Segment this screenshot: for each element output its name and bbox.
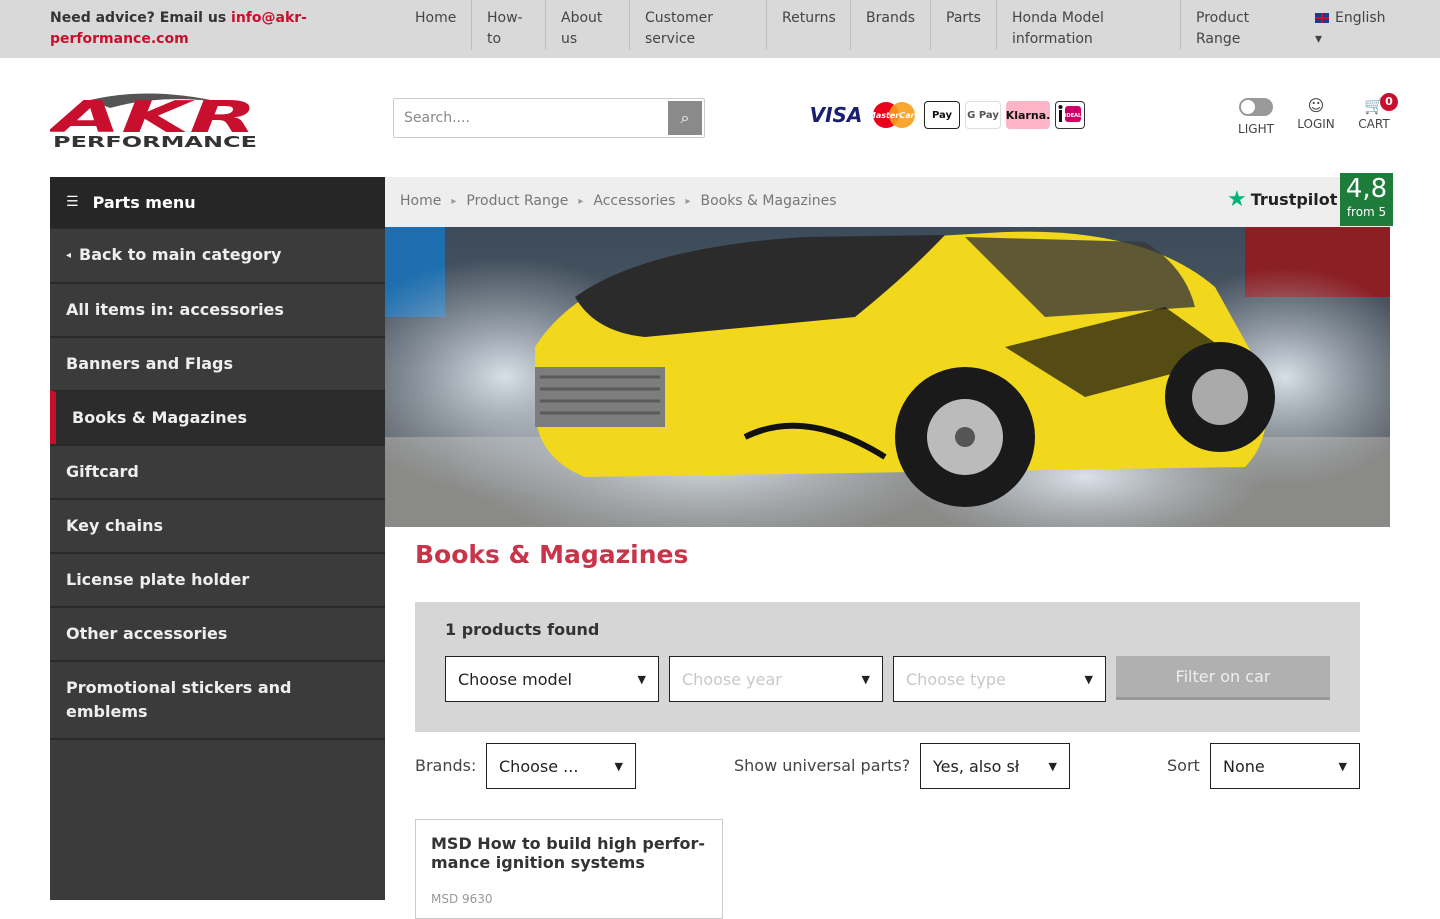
choose-type-select[interactable]: Choose type ▼ bbox=[893, 656, 1106, 702]
ideal-logo: iDEAL bbox=[1055, 101, 1085, 129]
product-card[interactable]: MSD How to build high perfor-mance ignit… bbox=[415, 819, 723, 919]
choose-year-select[interactable]: Choose year ▼ bbox=[669, 656, 883, 702]
breadcrumb-accessories[interactable]: Accessories bbox=[593, 193, 675, 209]
breadcrumb-bar: Home ▸ Product Range ▸ Accessories ▸ Boo… bbox=[385, 177, 1390, 227]
trustpilot-rating-badge[interactable]: 4,8 from 5 bbox=[1340, 173, 1393, 226]
sidebar-item-all-accessories[interactable]: All items in: accessories bbox=[50, 282, 385, 336]
language-selector[interactable]: English ▾ bbox=[1315, 8, 1386, 50]
parts-menu-header[interactable]: ☰ Parts menu bbox=[50, 177, 385, 227]
nav-home[interactable]: Home bbox=[400, 0, 472, 50]
rating-score: 4,8 bbox=[1345, 174, 1388, 204]
parts-menu-sidebar: ☰ Parts menu ◂ Back to main category All … bbox=[50, 177, 385, 900]
nav-product-range[interactable]: Product Range bbox=[1181, 0, 1300, 50]
nav-customer-service[interactable]: Customer service bbox=[630, 0, 767, 50]
nav-how-to[interactable]: How-to bbox=[472, 0, 546, 50]
sort-label: Sort bbox=[1167, 756, 1200, 775]
sort-select[interactable]: None ▼ bbox=[1210, 743, 1360, 789]
filter-on-car-button[interactable]: Filter on car bbox=[1116, 656, 1330, 700]
nav-honda-model-information[interactable]: Honda Model information bbox=[997, 0, 1181, 50]
svg-text:MasterCard: MasterCard bbox=[869, 111, 919, 120]
chevron-down-icon: ▾ bbox=[1315, 31, 1323, 47]
trustpilot-widget[interactable]: ★ Trustpilot bbox=[1227, 187, 1337, 212]
sidebar-item-promotional-stickers[interactable]: Promotional stickers and emblems bbox=[50, 660, 385, 740]
sidebar-item-back[interactable]: ◂ Back to main category bbox=[50, 227, 385, 282]
sidebar-item-giftcard[interactable]: Giftcard bbox=[50, 444, 385, 498]
breadcrumb: Home ▸ Product Range ▸ Accessories ▸ Boo… bbox=[400, 193, 837, 209]
caret-left-icon: ◂ bbox=[66, 250, 72, 261]
dropdown-arrow-icon: ▼ bbox=[614, 759, 623, 773]
product-sku: MSD 9630 bbox=[431, 892, 493, 906]
choose-model-select[interactable]: Choose model ▼ bbox=[445, 656, 659, 702]
svg-text:iDEAL: iDEAL bbox=[1065, 113, 1082, 119]
language-label: English bbox=[1335, 10, 1386, 26]
hero-car-banner-image bbox=[385, 227, 1390, 527]
login-button[interactable]: ☺ LOGIN bbox=[1296, 95, 1336, 131]
nav-parts[interactable]: Parts bbox=[931, 0, 997, 50]
nav-about-us[interactable]: About us bbox=[546, 0, 630, 50]
uk-flag-icon bbox=[1315, 13, 1329, 23]
chevron-right-icon: ▸ bbox=[578, 195, 584, 207]
nav-brands[interactable]: Brands bbox=[851, 0, 931, 50]
login-label: LOGIN bbox=[1297, 117, 1335, 131]
menu-icon: ☰ bbox=[66, 194, 79, 210]
car-filter-panel: 1 products found Choose model ▼ Choose ye… bbox=[415, 602, 1360, 732]
breadcrumb-current: Books & Magazines bbox=[700, 193, 837, 209]
theme-toggle[interactable]: LIGHT bbox=[1236, 95, 1276, 136]
chevron-right-icon: ▸ bbox=[451, 195, 457, 207]
sidebar-item-other-accessories[interactable]: Other accessories bbox=[50, 606, 385, 660]
page-title: Books & Magazines bbox=[415, 540, 689, 569]
sidebar-item-key-chains[interactable]: Key chains bbox=[50, 498, 385, 552]
google-pay-logo: G Pay bbox=[965, 101, 1001, 129]
toggle-switch-icon bbox=[1239, 98, 1273, 116]
rating-scale: from 5 bbox=[1346, 205, 1387, 219]
search-input[interactable] bbox=[394, 99, 666, 137]
klarna-logo: Klarna. bbox=[1006, 101, 1050, 129]
theme-label: LIGHT bbox=[1238, 122, 1274, 136]
advice-text: Need advice? Email us info@akr-performan… bbox=[50, 8, 350, 50]
sidebar-item-books-magazines[interactable]: Books & Magazines bbox=[50, 390, 385, 444]
universal-parts-label: Show universal parts? bbox=[734, 756, 911, 775]
search-box: ⌕ bbox=[393, 98, 705, 138]
akr-performance-logo[interactable]: AKR PERFORMANCE bbox=[50, 90, 260, 150]
dropdown-arrow-icon: ▼ bbox=[861, 672, 870, 686]
breadcrumb-home[interactable]: Home bbox=[400, 193, 441, 209]
search-button[interactable]: ⌕ bbox=[668, 101, 702, 135]
apple-pay-logo: Pay bbox=[924, 101, 960, 129]
cart-label: CART bbox=[1358, 117, 1390, 131]
breadcrumb-product-range[interactable]: Product Range bbox=[466, 193, 568, 209]
sidebar-item-license-plate-holder[interactable]: License plate holder bbox=[50, 552, 385, 606]
cart-count-badge: 0 bbox=[1380, 93, 1398, 111]
product-name[interactable]: MSD How to build high perfor-mance ignit… bbox=[431, 834, 716, 872]
user-icon: ☺ bbox=[1307, 96, 1325, 115]
top-bar: Need advice? Email us info@akr-performan… bbox=[0, 0, 1440, 58]
payment-methods: VISA MasterCard Pay G Pay Klarna. iDEAL bbox=[808, 101, 1085, 129]
advice-prefix: Need advice? Email us bbox=[50, 10, 232, 26]
parts-menu-title: Parts menu bbox=[92, 192, 196, 212]
dropdown-arrow-icon: ▼ bbox=[637, 672, 646, 686]
chevron-right-icon: ▸ bbox=[685, 195, 691, 207]
products-found-count: 1 products found bbox=[445, 620, 600, 639]
nav-returns[interactable]: Returns bbox=[767, 0, 851, 50]
dropdown-arrow-icon: ▼ bbox=[1048, 759, 1057, 773]
mastercard-logo: MasterCard bbox=[869, 101, 919, 129]
visa-logo: VISA bbox=[809, 103, 863, 127]
search-icon: ⌕ bbox=[680, 108, 690, 127]
trustpilot-star-icon: ★ bbox=[1227, 187, 1247, 212]
cart-button[interactable]: 🛒 CART 0 bbox=[1356, 93, 1398, 131]
trustpilot-brand: Trustpilot bbox=[1250, 190, 1338, 209]
dropdown-arrow-icon: ▼ bbox=[1084, 672, 1093, 686]
sidebar-item-banners-flags[interactable]: Banners and Flags bbox=[50, 336, 385, 390]
dropdown-arrow-icon: ▼ bbox=[1338, 759, 1347, 773]
logo-subtext: PERFORMANCE bbox=[53, 133, 257, 150]
brands-label: Brands: bbox=[415, 756, 477, 775]
universal-parts-select[interactable]: Yes, also sł ▼ bbox=[920, 743, 1070, 789]
brands-select[interactable]: Choose ... ▼ bbox=[486, 743, 636, 789]
top-navigation: Home How-to About us Customer service Re… bbox=[400, 0, 1300, 58]
